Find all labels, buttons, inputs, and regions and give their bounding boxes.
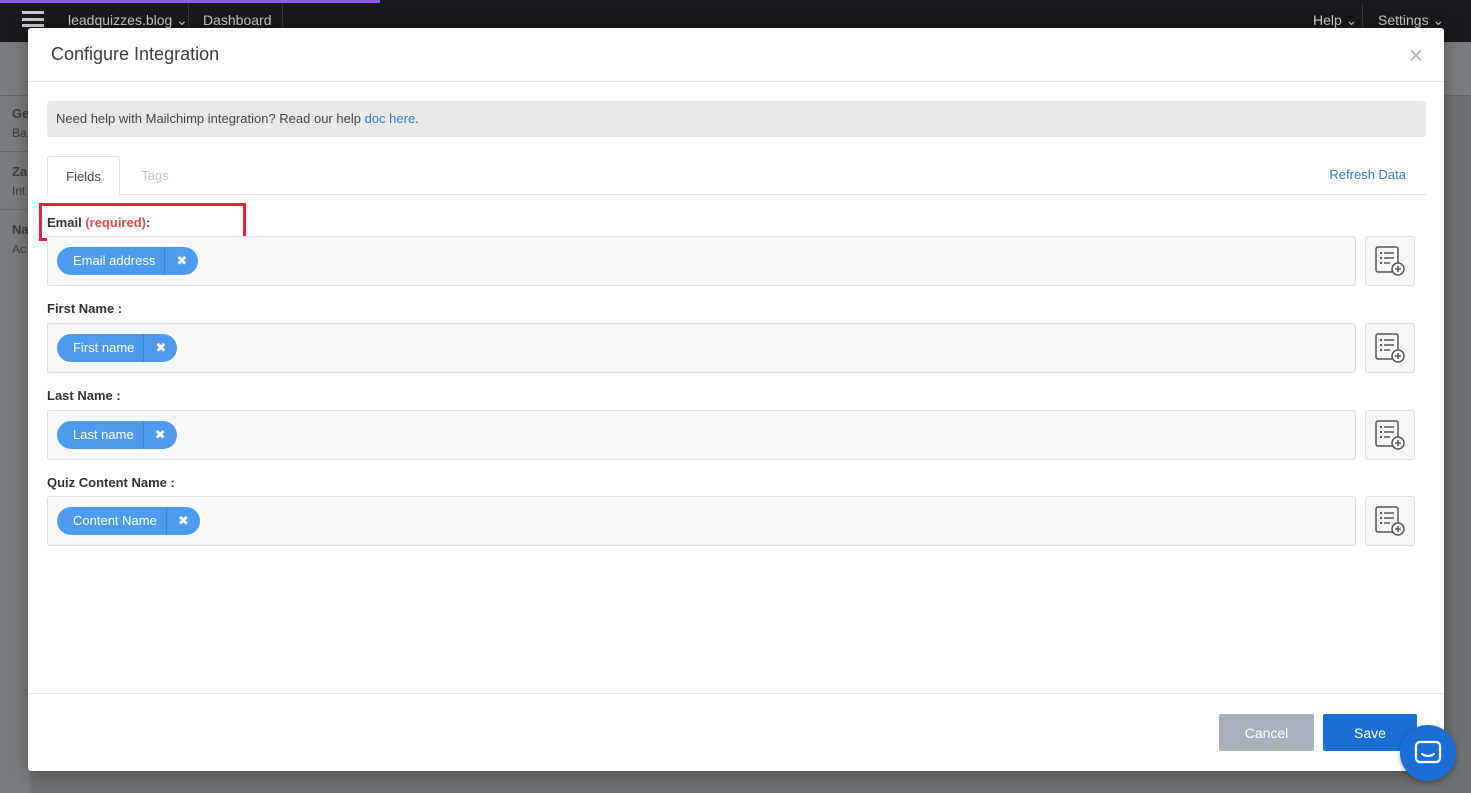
email-mapping-field[interactable]: Email address ✖ (47, 236, 1356, 286)
add-quiz-content-name-field-button[interactable] (1365, 496, 1415, 546)
loading-progress-bar (0, 0, 380, 3)
email-label-suffix: : (145, 215, 151, 230)
help-banner: Need help with Mailchimp integration? Re… (47, 101, 1426, 137)
email-field-label: Email (required): (47, 215, 150, 230)
list-add-icon (1375, 333, 1405, 363)
menu-icon[interactable] (22, 11, 44, 27)
add-last-name-field-button[interactable] (1365, 410, 1415, 460)
email-label-text: Email (47, 215, 82, 230)
tab-fields[interactable]: Fields (47, 156, 120, 196)
nav-help[interactable]: Help ⌄ (1313, 12, 1357, 29)
site-selector[interactable]: leadquizzes.blog ⌄ (68, 12, 188, 29)
email-address-chip: Email address ✖ (57, 247, 199, 275)
help-text: Need help with Mailchimp integration? Re… (56, 111, 365, 126)
sidebar-divider (0, 209, 30, 210)
add-email-field-button[interactable] (1365, 236, 1415, 286)
nav-settings[interactable]: Settings ⌄ (1378, 12, 1444, 29)
list-add-icon (1375, 246, 1405, 276)
help-suffix: . (415, 111, 419, 126)
refresh-data-link[interactable]: Refresh Data (1329, 167, 1406, 182)
sidebar-item-title: Ge (12, 106, 30, 121)
modal-header: Configure Integration × (28, 28, 1444, 82)
add-first-name-field-button[interactable] (1365, 323, 1415, 373)
configure-integration-modal: Configure Integration × Need help with M… (28, 28, 1444, 771)
close-icon[interactable]: × (1404, 42, 1428, 68)
chip-label: Last name (73, 427, 134, 442)
list-add-icon (1375, 420, 1405, 450)
modal-footer: Cancel Save (28, 693, 1444, 771)
list-add-icon (1375, 506, 1405, 536)
sidebar-item-title: Na (12, 222, 29, 237)
last-name-mapping-field[interactable]: Last name ✖ (47, 410, 1356, 460)
sidebar-item-sub: Int (12, 184, 26, 198)
chip-label: First name (73, 340, 135, 355)
app-sidebar: Ge Ba Za Int Na Ac (0, 96, 30, 793)
chip-label: Content Name (73, 513, 157, 528)
quiz-content-name-mapping-field[interactable]: Content Name ✖ (47, 496, 1356, 546)
remove-chip-icon[interactable]: ✖ (164, 247, 198, 275)
chat-icon (1414, 740, 1442, 764)
last-name-chip: Last name ✖ (57, 421, 177, 449)
remove-chip-icon[interactable]: ✖ (165, 507, 200, 535)
sidebar-item-title: Za (12, 164, 28, 179)
chip-label: Email address (73, 253, 156, 268)
tabs-bar: Fields Tags Refresh Data (47, 156, 1426, 196)
quiz-content-name-field-label: Quiz Content Name : (47, 475, 175, 490)
remove-chip-icon[interactable]: ✖ (142, 421, 177, 449)
modal-title: Configure Integration (51, 44, 220, 64)
remove-chip-icon[interactable]: ✖ (143, 334, 177, 362)
tab-tags[interactable]: Tags (125, 156, 185, 196)
sidebar-divider (0, 151, 30, 152)
required-indicator: (required) (85, 215, 146, 230)
first-name-field-label: First Name : (47, 301, 123, 316)
cancel-button[interactable]: Cancel (1219, 714, 1314, 751)
sidebar-item-sub: Ac (12, 242, 27, 256)
chat-launcher-button[interactable] (1400, 725, 1456, 781)
sidebar-item-sub: Ba (12, 126, 27, 140)
first-name-mapping-field[interactable]: First name ✖ (47, 323, 1356, 373)
nav-dashboard[interactable]: Dashboard (203, 12, 272, 28)
last-name-field-label: Last Name : (47, 388, 121, 403)
first-name-chip: First name ✖ (57, 334, 178, 362)
content-name-chip: Content Name ✖ (57, 507, 200, 535)
help-doc-link[interactable]: doc here (365, 111, 416, 126)
